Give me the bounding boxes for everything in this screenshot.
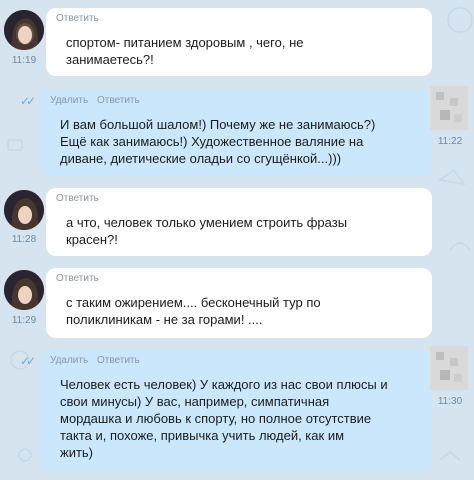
message-actions: ✓✓ Удалить Ответить [20, 92, 146, 109]
message-time: 11:19 [11, 55, 37, 66]
reply-button[interactable]: Ответить [56, 13, 99, 24]
message-actions: ✓✓ Удалить Ответить [20, 352, 146, 369]
my-avatar[interactable] [430, 346, 468, 390]
avatar-image [430, 346, 468, 390]
message-actions: Ответить [56, 190, 105, 207]
message-time: 11:30 [437, 396, 463, 407]
sender-avatar[interactable] [4, 270, 44, 310]
sender-avatar[interactable] [4, 10, 44, 50]
message-bubble[interactable]: ✓✓ Удалить Ответить Человек есть человек… [20, 350, 432, 472]
message-time: 11:22 [437, 136, 463, 147]
avatar-image [4, 10, 44, 50]
reply-button[interactable]: Ответить [56, 273, 99, 284]
delete-button[interactable]: Удалить [50, 95, 88, 106]
reply-button[interactable]: Ответить [97, 355, 140, 366]
avatar-image [4, 270, 44, 310]
read-check-icon: ✓✓ [20, 94, 36, 108]
avatar-image [4, 190, 44, 230]
message-text: спортом- питанием здоровым , чего, не за… [66, 35, 304, 67]
message-bubble[interactable]: Ответить с таким ожирением.... бесконечн… [46, 268, 432, 338]
message-text: а что, человек только умением строить фр… [66, 215, 348, 247]
sender-avatar[interactable] [4, 190, 44, 230]
read-check-icon: ✓✓ [20, 354, 36, 368]
message-bubble[interactable]: Ответить а что, человек только умением с… [46, 188, 432, 256]
message-time: 11:28 [11, 234, 37, 245]
message-time: 11:29 [11, 315, 37, 326]
message-text: Человек есть человек) У каждого из нас с… [60, 377, 388, 460]
message-actions: Ответить [56, 270, 105, 287]
message-actions: Ответить [56, 10, 105, 27]
my-avatar[interactable] [430, 86, 468, 130]
avatar-image [430, 86, 468, 130]
reply-button[interactable]: Ответить [97, 95, 140, 106]
reply-button[interactable]: Ответить [56, 193, 99, 204]
message-bubble[interactable]: Ответить спортом- питанием здоровым , че… [46, 8, 432, 76]
message-text: И вам большой шалом!) Почему же не заним… [60, 117, 376, 166]
delete-button[interactable]: Удалить [50, 355, 88, 366]
message-bubble[interactable]: ✓✓ Удалить Ответить И вам большой шалом!… [20, 90, 432, 176]
message-text: с таким ожирением.... бесконечный тур по… [66, 295, 321, 327]
